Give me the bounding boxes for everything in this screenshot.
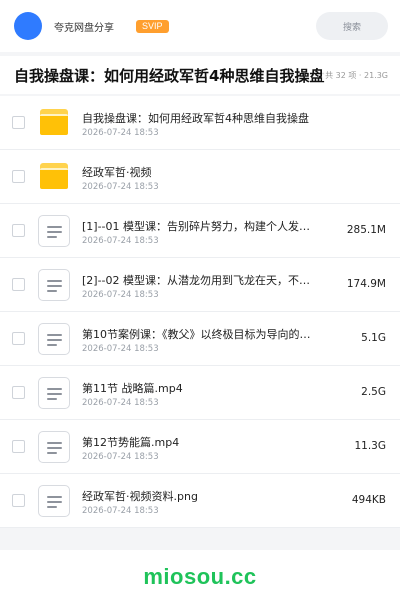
search-button[interactable]: 搜索 <box>316 12 388 40</box>
file-row[interactable]: 第10节案例课：《教父》以终极目标为导向的绝对理性… 2026-07-24 18:… <box>0 312 400 366</box>
item-name[interactable]: 经政军哲·视频 <box>82 164 382 180</box>
file-row[interactable]: 第11节 战略篇.mp4 2026-07-24 18:53 2.5G <box>0 366 400 420</box>
item-size: 2.5G <box>361 386 386 398</box>
folder-icon <box>40 163 68 189</box>
item-name[interactable]: 经政军哲·视频资料.png <box>82 488 318 504</box>
user-name[interactable]: 夸克网盘分享 <box>54 19 114 34</box>
item-name[interactable]: [2]--02 模型课：从潜龙勿用到飞龙在天，不同… <box>82 272 318 288</box>
file-row[interactable]: [2]--02 模型课：从潜龙勿用到飞龙在天，不同… 2026-07-24 18:… <box>0 258 400 312</box>
item-size: 5.1G <box>361 332 386 344</box>
row-checkbox[interactable] <box>12 278 25 291</box>
document-icon <box>38 431 70 463</box>
row-checkbox[interactable] <box>12 332 25 345</box>
row-checkbox[interactable] <box>12 386 25 399</box>
folder-row[interactable]: 自我操盘课：如何用经政军哲4种思维自我操盘 2026-07-24 18:53 <box>0 96 400 150</box>
document-icon <box>38 377 70 409</box>
document-icon <box>38 269 70 301</box>
svip-badge: SVIP <box>136 19 169 33</box>
item-name[interactable]: [1]--01 模型课：告别碎片努力，构建个人发展… <box>82 218 318 234</box>
item-date: 2026-07-24 18:53 <box>82 506 159 516</box>
item-date: 2026-07-24 18:53 <box>82 290 159 300</box>
row-checkbox[interactable] <box>12 116 25 129</box>
document-icon <box>38 485 70 517</box>
file-row[interactable]: 第12节势能篇.mp4 2026-07-24 18:53 11.3G <box>0 420 400 474</box>
document-icon <box>38 323 70 355</box>
item-name[interactable]: 第12节势能篇.mp4 <box>82 434 318 450</box>
item-date: 2026-07-24 18:53 <box>82 452 159 462</box>
file-list: 自我操盘课：如何用经政军哲4种思维自我操盘 2026-07-24 18:53 经政军… <box>0 96 400 528</box>
item-size: 11.3G <box>354 440 386 452</box>
document-icon <box>38 215 70 247</box>
page-title: 自我操盘课：如何用经政军哲4种思维自我操盘 <box>14 67 325 85</box>
file-row[interactable]: [1]--01 模型课：告别碎片努力，构建个人发展… 2026-07-24 18:… <box>0 204 400 258</box>
row-checkbox[interactable] <box>12 224 25 237</box>
share-title-bar: 自我操盘课：如何用经政军哲4种思维自我操盘 共 32 项 · 21.3G <box>0 56 400 94</box>
footer: miosou.cc <box>0 550 400 600</box>
row-checkbox[interactable] <box>12 170 25 183</box>
share-meta: 共 32 项 · 21.3G <box>322 70 388 81</box>
row-checkbox[interactable] <box>12 440 25 453</box>
avatar[interactable] <box>14 12 42 40</box>
top-bar: 夸克网盘分享 SVIP 搜索 <box>0 0 400 52</box>
row-checkbox[interactable] <box>12 494 25 507</box>
item-date: 2026-07-24 18:53 <box>82 236 159 246</box>
folder-icon <box>40 109 68 135</box>
item-date: 2026-07-24 18:53 <box>82 182 159 192</box>
folder-row[interactable]: 经政军哲·视频 2026-07-24 18:53 <box>0 150 400 204</box>
item-name[interactable]: 第11节 战略篇.mp4 <box>82 380 318 396</box>
item-size: 285.1M <box>346 224 386 236</box>
item-name[interactable]: 第10节案例课：《教父》以终极目标为导向的绝对理性… <box>82 326 318 342</box>
watermark: miosou.cc <box>143 564 257 589</box>
item-size: 494KB <box>351 494 386 506</box>
item-date: 2026-07-24 18:53 <box>82 344 159 354</box>
item-name[interactable]: 自我操盘课：如何用经政军哲4种思维自我操盘 <box>82 110 382 126</box>
item-date: 2026-07-24 18:53 <box>82 128 159 138</box>
file-row[interactable]: 经政军哲·视频资料.png 2026-07-24 18:53 494KB <box>0 474 400 528</box>
item-date: 2026-07-24 18:53 <box>82 398 159 408</box>
item-size: 174.9M <box>346 278 386 290</box>
